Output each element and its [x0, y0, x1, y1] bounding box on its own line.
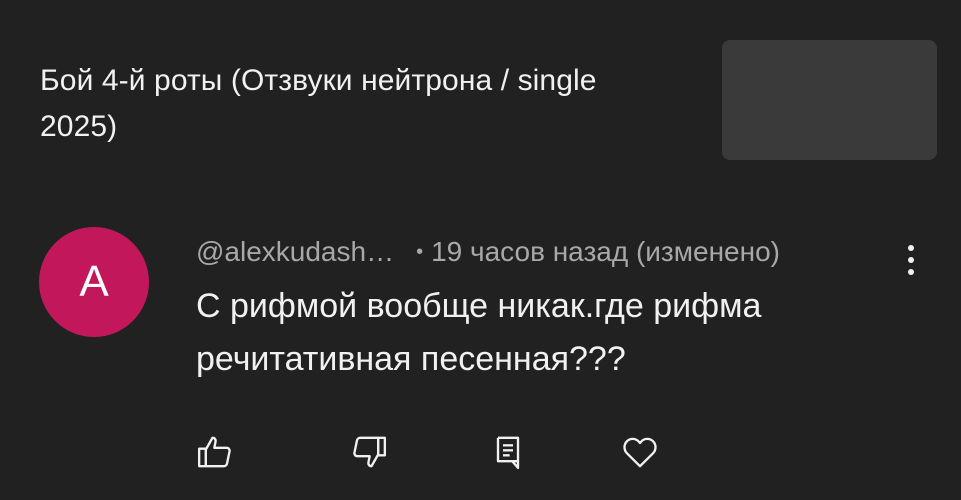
video-thumbnail[interactable]: [722, 40, 937, 160]
heart-button[interactable]: [618, 430, 662, 474]
thumb-up-icon: [198, 436, 231, 468]
like-button[interactable]: [193, 430, 237, 474]
video-title[interactable]: Бой 4-й роты (Отзвуки нейтрона / single …: [40, 58, 680, 150]
menu-dot: [908, 269, 914, 275]
comment-text: С рифмой вообще никак.где рифма речитати…: [196, 287, 762, 378]
reply-button[interactable]: [486, 430, 530, 474]
menu-dot: [908, 245, 914, 251]
avatar[interactable]: A: [39, 227, 149, 337]
menu-dot: [908, 257, 914, 263]
heart-icon: [623, 437, 657, 468]
more-vert-icon[interactable]: [896, 240, 926, 280]
meta-separator: •: [416, 240, 424, 263]
comment-timestamp[interactable]: 19 часов назад (изменено): [431, 236, 780, 268]
dislike-button[interactable]: [347, 430, 391, 474]
thumb-down-icon: [353, 436, 386, 468]
author-handle[interactable]: @alexkudash…: [196, 236, 394, 268]
comment-meta: @alexkudash… • 19 часов назад (изменено): [196, 232, 780, 272]
reply-comment-icon: [496, 436, 520, 469]
avatar-letter: A: [79, 257, 109, 306]
